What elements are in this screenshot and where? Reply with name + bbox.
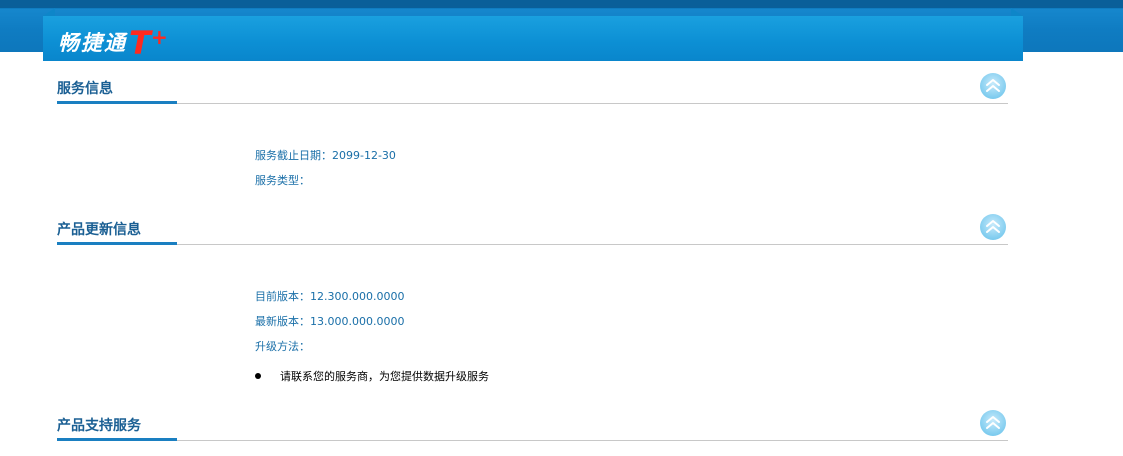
collapse-button-support[interactable]	[980, 410, 1006, 436]
logo-t-mark: T +	[129, 25, 168, 59]
section-header-update: 产品更新信息	[57, 214, 1008, 252]
double-chevron-up-icon	[986, 220, 1000, 233]
upgrade-method-label: 升级方法：	[255, 340, 310, 353]
section-header-support: 产品支持服务	[57, 410, 1008, 448]
section-accent-rule	[57, 101, 177, 104]
latest-version: 最新版本：13.000.000.0000	[255, 315, 405, 328]
section-divider	[57, 244, 1008, 245]
collapse-button-service[interactable]	[980, 73, 1006, 99]
service-type: 服务类型：	[255, 174, 310, 187]
bullet-icon	[255, 373, 261, 379]
section-accent-rule	[57, 242, 177, 245]
section-divider	[57, 440, 1008, 441]
logo-text: 畅捷通	[58, 31, 127, 55]
banner-corner-left	[43, 8, 55, 16]
upgrade-method-text: 请联系您的服务商，为您提供数据升级服务	[280, 370, 489, 383]
section-accent-rule	[57, 438, 177, 441]
upgrade-method-item: 请联系您的服务商，为您提供数据升级服务	[255, 368, 489, 384]
header-panel	[43, 16, 1023, 61]
double-chevron-up-icon	[986, 79, 1000, 92]
logo-t-letter: T	[129, 24, 151, 62]
collapse-button-update[interactable]	[980, 214, 1006, 240]
page: 畅捷通 T + 服务信息 服务截止日期：2099-12-30 服务类型： 产品更…	[0, 0, 1123, 456]
section-title-update: 产品更新信息	[57, 222, 141, 238]
current-version: 目前版本：12.300.000.0000	[255, 290, 405, 303]
section-title-support: 产品支持服务	[57, 418, 141, 434]
service-expiry-date: 服务截止日期：2099-12-30	[255, 149, 396, 162]
section-header-service: 服务信息	[57, 73, 1008, 111]
section-divider	[57, 103, 1008, 104]
logo-plus-mark: +	[151, 25, 168, 49]
banner-corner-right	[1011, 8, 1023, 16]
section-title-service: 服务信息	[57, 81, 113, 97]
double-chevron-up-icon	[986, 416, 1000, 429]
product-logo: 畅捷通 T +	[58, 24, 168, 59]
